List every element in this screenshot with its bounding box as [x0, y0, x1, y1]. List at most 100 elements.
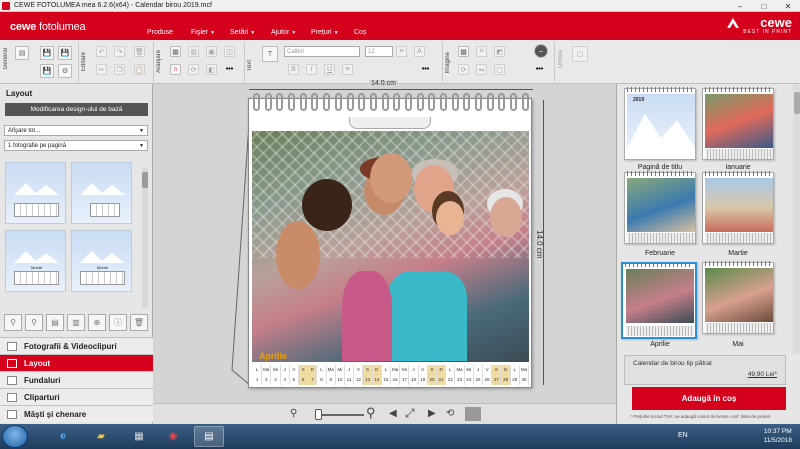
ie-icon[interactable]: e [48, 426, 78, 447]
font-name-field[interactable]: Calibri [284, 46, 360, 57]
zoom-slider[interactable] [316, 414, 364, 416]
undo-icon[interactable]: ↶ [96, 46, 107, 57]
layout-delete-icon[interactable]: 🗑 [130, 314, 148, 331]
layout-list-icon[interactable]: ▥ [67, 314, 85, 331]
layout-thumb[interactable] [71, 162, 132, 224]
align-icon[interactable]: ▥ [188, 46, 199, 57]
modify-design-button[interactable]: Modificarea design-ului de bază [5, 103, 148, 116]
accordion-layout[interactable]: Layout [0, 354, 153, 371]
day-name: S [299, 365, 309, 375]
page-thumb-martie[interactable] [702, 171, 774, 244]
zoom-out-icon[interactable]: ⚲ [290, 408, 297, 419]
chrome-icon[interactable]: ◉ [158, 426, 188, 447]
image-rotate-icon[interactable]: ⟳ [458, 64, 469, 75]
text-color-icon[interactable]: A [414, 46, 425, 57]
cewe-task-icon[interactable]: ▤ [194, 426, 224, 447]
copy-icon[interactable]: ❐ [114, 64, 125, 75]
image-flip-icon[interactable]: ⇋ [476, 64, 487, 75]
layout-thumb[interactable]: Month [71, 230, 132, 292]
underline-button[interactable]: U [324, 64, 335, 75]
accordion-cliparturi[interactable]: Cliparturi [0, 388, 153, 405]
day-names-row: L Ma Mi J V S D L Ma Mi J V S D L Ma Mi J V S D L Ma Mi J V S D L Ma [253, 365, 530, 375]
close-button[interactable]: ✕ [776, 0, 800, 12]
layout-grid-icon[interactable]: ▤ [46, 314, 64, 331]
language-indicator[interactable]: EN [678, 432, 688, 439]
product-price[interactable]: 49,90 Lei* [748, 371, 777, 378]
display-select[interactable]: Afişare tot... ▼ [4, 125, 148, 136]
right-scrollbar[interactable] [793, 84, 800, 354]
image-circle-icon[interactable]: – [534, 44, 548, 58]
page-thumb-aprilie[interactable] [621, 262, 697, 339]
rotate-icon[interactable]: ⟳ [188, 64, 199, 75]
accordion-fundaluri[interactable]: Fundaluri [0, 371, 153, 388]
calendar-page[interactable]: Aprilie L Ma Mi J V S D L Ma Mi J V S D L Ma Mi J V S D L Ma Mi… [248, 93, 532, 388]
media-icon[interactable]: ▦ [124, 426, 154, 447]
left-scrollbar[interactable] [142, 168, 148, 308]
redo-icon[interactable]: ↷ [114, 46, 125, 57]
magnet-icon[interactable]: ∩ [170, 64, 181, 75]
image-edit-icon[interactable]: ▩ [458, 46, 469, 57]
new-project-icon[interactable]: ▤ [15, 46, 29, 60]
accordion-fotografii[interactable]: Fotografii & Videoclipuri [0, 337, 153, 354]
distribute-icon[interactable]: ▣ [206, 46, 217, 57]
italic-button[interactable]: I [306, 64, 317, 75]
zoom-out-icon[interactable]: ⚲ [4, 314, 22, 331]
page-rotate-icon[interactable]: ⟲ [446, 408, 454, 419]
save-small-icon[interactable]: 💾 [40, 64, 54, 78]
minimize-button[interactable]: – [728, 0, 752, 12]
add-text-icon[interactable]: T [262, 46, 278, 62]
image-crop-icon[interactable]: ⌗ [476, 46, 487, 57]
bold-button[interactable]: B [288, 64, 299, 75]
menu-cos[interactable]: Coș [354, 29, 366, 36]
add-to-cart-button[interactable]: Adaugă în coș [632, 387, 786, 410]
scrollbar-thumb[interactable] [142, 172, 148, 188]
calendar-photo[interactable] [252, 131, 529, 362]
zoom-slider-handle[interactable] [315, 409, 322, 420]
shadow-icon[interactable]: ▢ [572, 46, 588, 62]
thumb-rings [705, 171, 773, 176]
text-align-icon[interactable]: ≡ [396, 46, 407, 57]
group-icon[interactable]: ◫ [224, 46, 235, 57]
layout-thumb[interactable] [5, 162, 66, 224]
accordion-masti[interactable]: Măști și chenare [0, 405, 153, 422]
start-button[interactable] [2, 425, 28, 448]
zoom-in-icon[interactable]: ⚲ [366, 405, 376, 421]
preview-icon[interactable] [465, 407, 481, 421]
page-thumb-mai[interactable] [702, 261, 774, 334]
settings-gear-icon[interactable]: ⚙ [58, 64, 72, 78]
more-options-icon[interactable]: ••• [224, 64, 235, 75]
image-more-icon[interactable]: ••• [534, 64, 545, 75]
grid-icon[interactable]: ▦ [170, 46, 181, 57]
menu-fisier[interactable]: Fişier ▼ [191, 29, 215, 36]
photos-per-page-select[interactable]: 1 fotografie pe pagină ▼ [4, 140, 148, 151]
layout-thumb[interactable]: Month [5, 230, 66, 292]
page-thumb-title[interactable]: 2019 [624, 87, 696, 160]
text-more-icon[interactable]: ••• [420, 64, 431, 75]
delete-icon[interactable]: 🗑 [134, 46, 145, 57]
layout-add-icon[interactable]: ⊕ [88, 314, 106, 331]
image-effect-icon[interactable]: ◩ [494, 46, 505, 57]
prev-page-icon[interactable]: ◀ [389, 408, 397, 419]
folder-icon[interactable]: ▰ [86, 426, 116, 447]
menu-preturi[interactable]: Prețuri ▼ [311, 29, 339, 36]
image-frame-icon[interactable]: ▢ [494, 64, 505, 75]
menu-ajutor[interactable]: Ajutor ▼ [271, 29, 296, 36]
menu-produse[interactable]: Produse [147, 29, 173, 36]
maximize-button[interactable]: □ [752, 0, 776, 12]
zoom-in-icon[interactable]: ⚲ [25, 314, 43, 331]
scrollbar-thumb[interactable] [794, 92, 800, 114]
paste-icon[interactable]: 📋 [134, 64, 145, 75]
font-size-field[interactable]: 12 [365, 46, 393, 57]
save-as-icon[interactable]: 💾 [58, 46, 72, 60]
cut-icon[interactable]: ✂ [96, 64, 107, 75]
layer-icon[interactable]: ◧ [206, 64, 217, 75]
layout-info-icon[interactable]: ⓘ [109, 314, 127, 331]
text-left-icon[interactable]: ≡ [342, 64, 353, 75]
page-thumb-februarie[interactable] [624, 171, 696, 244]
page-thumb-ianuarie[interactable] [702, 87, 774, 160]
system-clock[interactable]: 10:37 PM 11/5/2018 [764, 427, 792, 445]
menu-setari[interactable]: Setări ▼ [230, 29, 255, 36]
next-page-icon[interactable]: ▶ [428, 408, 436, 419]
save-icon[interactable]: 💾 [40, 46, 54, 60]
fit-screen-icon[interactable]: ⤢ [405, 406, 415, 421]
